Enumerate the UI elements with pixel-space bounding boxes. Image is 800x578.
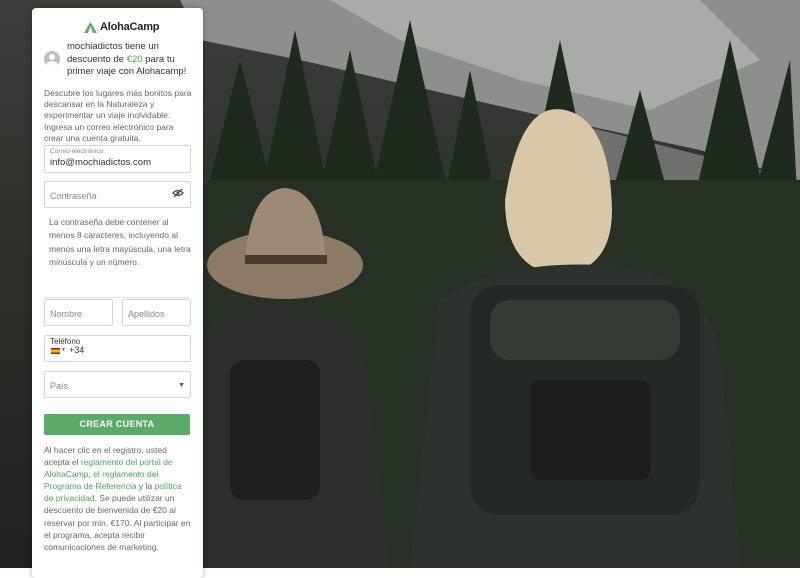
spain-flag-icon[interactable] xyxy=(51,348,60,354)
phone-country-code: +34 xyxy=(69,345,85,355)
password-field[interactable]: Contraseña xyxy=(44,181,191,208)
password-requirements: La contraseña debe contener al menos 8 c… xyxy=(49,217,191,267)
legal-text-3: y la xyxy=(136,481,155,492)
legal-text: Al hacer clic en el registro, usted acep… xyxy=(44,444,192,553)
brand-logo[interactable]: AlohaCamp xyxy=(84,21,160,33)
signup-panel: AlohaCamp mochiadictos tiene un descuent… xyxy=(32,8,203,578)
email-value: info@mochiadictos.com xyxy=(50,157,151,168)
last-name-field[interactable]: Apellidos xyxy=(122,299,191,326)
create-account-button[interactable]: CREAR CUENTA xyxy=(44,414,190,435)
first-name-field[interactable]: Nombre xyxy=(44,299,113,326)
brand-name: AlohaCamp xyxy=(100,21,160,33)
email-label: Correo electrónico xyxy=(50,148,104,155)
first-name-placeholder: Nombre xyxy=(50,309,83,319)
referral-promo-text: mochiadictos tiene un descuento de €20 p… xyxy=(67,41,201,79)
eye-off-icon[interactable] xyxy=(172,188,184,198)
intro-text: Descubre los lugares más bonitos para de… xyxy=(44,88,192,143)
tent-logo-icon xyxy=(84,21,97,33)
user-avatar-icon xyxy=(44,51,60,67)
promo-amount: €20 xyxy=(126,53,143,65)
country-placeholder: País xyxy=(50,381,69,391)
phone-field[interactable]: Teléfono ▼ +34 xyxy=(44,335,191,362)
country-select[interactable]: País ▼ xyxy=(44,371,191,398)
divider xyxy=(44,297,189,298)
chevron-down-icon[interactable]: ▼ xyxy=(178,382,185,389)
password-placeholder: Contraseña xyxy=(50,191,97,201)
country-code-chevron-icon[interactable]: ▼ xyxy=(61,347,66,353)
last-name-placeholder: Apellidos xyxy=(128,309,165,319)
email-field[interactable]: Correo electrónico info@mochiadictos.com xyxy=(44,145,191,173)
